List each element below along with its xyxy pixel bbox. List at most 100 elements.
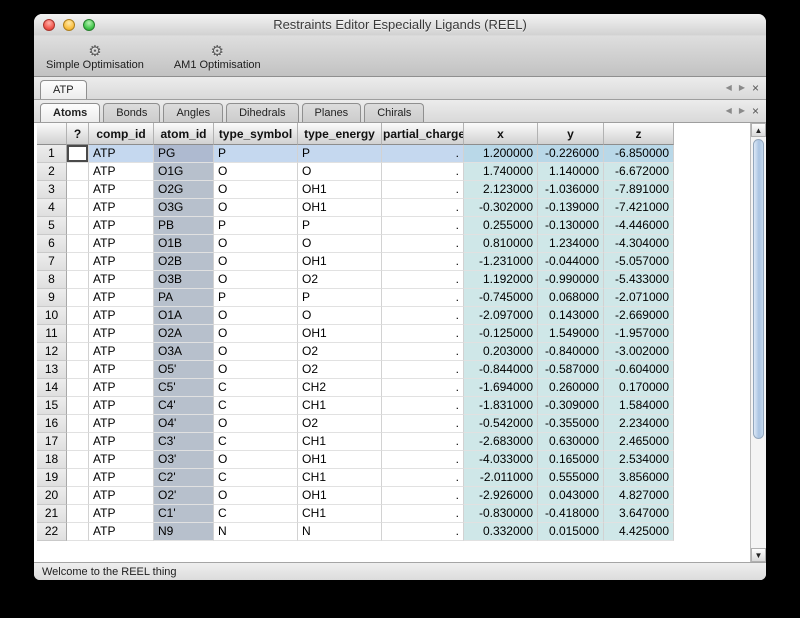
table-row[interactable]: 19ATPC2'CCH1.-2.0110000.5550003.856000 <box>37 469 674 487</box>
table-cell[interactable]: PA <box>154 289 214 307</box>
table-cell[interactable]: O1G <box>154 163 214 181</box>
table-cell[interactable]: -0.302000 <box>464 199 538 217</box>
table-cell[interactable]: -0.355000 <box>538 415 604 433</box>
column-header-atom-id[interactable]: atom_id <box>154 123 214 145</box>
table-cell[interactable]: C <box>214 397 298 415</box>
table-cell[interactable]: ATP <box>89 433 154 451</box>
table-cell[interactable]: ATP <box>89 397 154 415</box>
table-cell[interactable]: CH1 <box>298 397 382 415</box>
table-cell[interactable]: 0.143000 <box>538 307 604 325</box>
table-cell[interactable]: 0.068000 <box>538 289 604 307</box>
table-row[interactable]: 10ATPO1AOO.-2.0970000.143000-2.669000 <box>37 307 674 325</box>
table-cell[interactable]: -0.990000 <box>538 271 604 289</box>
table-row[interactable]: 2ATPO1GOO.1.7400001.140000-6.672000 <box>37 163 674 181</box>
table-cell[interactable]: O <box>214 253 298 271</box>
table-cell[interactable]: CH2 <box>298 379 382 397</box>
table-cell[interactable]: ATP <box>89 199 154 217</box>
table-cell[interactable]: . <box>382 469 464 487</box>
am1-optimisation-button[interactable]: ⚙ AM1 Optimisation <box>174 43 261 71</box>
table-cell[interactable]: 1.234000 <box>538 235 604 253</box>
table-cell[interactable]: P <box>298 217 382 235</box>
table-cell[interactable]: 3.856000 <box>604 469 674 487</box>
table-cell[interactable]: N <box>214 523 298 541</box>
table-cell[interactable]: . <box>382 415 464 433</box>
table-cell[interactable]: O1A <box>154 307 214 325</box>
table-cell[interactable]: ATP <box>89 289 154 307</box>
close-tab-icon[interactable]: × <box>752 105 759 117</box>
table-cell[interactable] <box>67 523 89 541</box>
table-cell[interactable]: C <box>214 379 298 397</box>
table-cell[interactable]: ATP <box>89 415 154 433</box>
table-cell[interactable] <box>67 307 89 325</box>
table-cell[interactable]: P <box>298 289 382 307</box>
table-row[interactable]: 20ATPO2'OOH1.-2.9260000.0430004.827000 <box>37 487 674 505</box>
table-cell[interactable]: O <box>298 163 382 181</box>
table-cell[interactable]: 4.425000 <box>604 523 674 541</box>
table-cell[interactable]: ATP <box>89 343 154 361</box>
column-header-partial-charge[interactable]: partial_charge <box>382 123 464 145</box>
table-cell[interactable]: O3G <box>154 199 214 217</box>
table-cell[interactable]: 0.255000 <box>464 217 538 235</box>
table-cell[interactable]: O <box>298 307 382 325</box>
scroll-right-icon[interactable]: ▶ <box>739 107 745 115</box>
table-cell[interactable]: -2.071000 <box>604 289 674 307</box>
table-cell[interactable]: O3A <box>154 343 214 361</box>
table-cell[interactable]: 0.555000 <box>538 469 604 487</box>
table-cell[interactable]: ATP <box>89 487 154 505</box>
table-cell[interactable]: -4.304000 <box>604 235 674 253</box>
table-cell[interactable]: 3.647000 <box>604 505 674 523</box>
table-cell[interactable]: -0.044000 <box>538 253 604 271</box>
table-cell[interactable]: . <box>382 361 464 379</box>
table-cell[interactable]: O3B <box>154 271 214 289</box>
column-header-type-energy[interactable]: type_energy <box>298 123 382 145</box>
table-cell[interactable]: C2' <box>154 469 214 487</box>
table-cell[interactable]: 2.465000 <box>604 433 674 451</box>
scroll-right-icon[interactable]: ▶ <box>739 84 745 92</box>
table-cell[interactable]: CH1 <box>298 505 382 523</box>
table-cell[interactable]: O2G <box>154 181 214 199</box>
table-cell[interactable]: . <box>382 379 464 397</box>
table-cell[interactable] <box>67 325 89 343</box>
table-cell[interactable]: OH1 <box>298 325 382 343</box>
table-row[interactable]: 7ATPO2BOOH1.-1.231000-0.044000-5.057000 <box>37 253 674 271</box>
table-row[interactable]: 5ATPPBPP.0.255000-0.130000-4.446000 <box>37 217 674 235</box>
table-cell[interactable]: . <box>382 145 464 163</box>
table-cell[interactable]: 0.810000 <box>464 235 538 253</box>
table-cell[interactable]: P <box>214 217 298 235</box>
table-cell[interactable]: C <box>214 469 298 487</box>
table-cell[interactable]: -7.891000 <box>604 181 674 199</box>
table-cell[interactable]: . <box>382 253 464 271</box>
minimize-window-button[interactable] <box>63 19 75 31</box>
table-cell[interactable]: 0.043000 <box>538 487 604 505</box>
table-cell[interactable]: ATP <box>89 217 154 235</box>
column-header-x[interactable]: x <box>464 123 538 145</box>
table-cell[interactable]: -0.542000 <box>464 415 538 433</box>
table-cell[interactable]: -4.446000 <box>604 217 674 235</box>
table-cell[interactable]: -1.957000 <box>604 325 674 343</box>
table-cell[interactable]: O4' <box>154 415 214 433</box>
table-cell[interactable] <box>67 217 89 235</box>
table-cell[interactable]: -2.011000 <box>464 469 538 487</box>
table-cell[interactable]: ATP <box>89 253 154 271</box>
close-tab-icon[interactable]: × <box>752 82 759 94</box>
table-cell[interactable]: O5' <box>154 361 214 379</box>
tab-angles[interactable]: Angles <box>163 103 223 122</box>
tab-chirals[interactable]: Chirals <box>364 103 424 122</box>
table-cell[interactable]: P <box>214 289 298 307</box>
table-cell[interactable]: C <box>214 505 298 523</box>
close-window-button[interactable] <box>43 19 55 31</box>
table-cell[interactable]: ATP <box>89 523 154 541</box>
table-cell[interactable]: . <box>382 505 464 523</box>
table-cell[interactable]: O1B <box>154 235 214 253</box>
tab-dihedrals[interactable]: Dihedrals <box>226 103 298 122</box>
table-cell[interactable] <box>67 289 89 307</box>
table-cell[interactable]: ATP <box>89 307 154 325</box>
table-cell[interactable]: . <box>382 523 464 541</box>
table-cell[interactable]: O <box>214 235 298 253</box>
table-cell[interactable]: -7.421000 <box>604 199 674 217</box>
table-cell[interactable]: . <box>382 433 464 451</box>
table-cell[interactable]: N9 <box>154 523 214 541</box>
table-row[interactable]: 14ATPC5'CCH2.-1.6940000.2600000.170000 <box>37 379 674 397</box>
table-row[interactable]: 12ATPO3AOO2.0.203000-0.840000-3.002000 <box>37 343 674 361</box>
table-cell[interactable]: PB <box>154 217 214 235</box>
